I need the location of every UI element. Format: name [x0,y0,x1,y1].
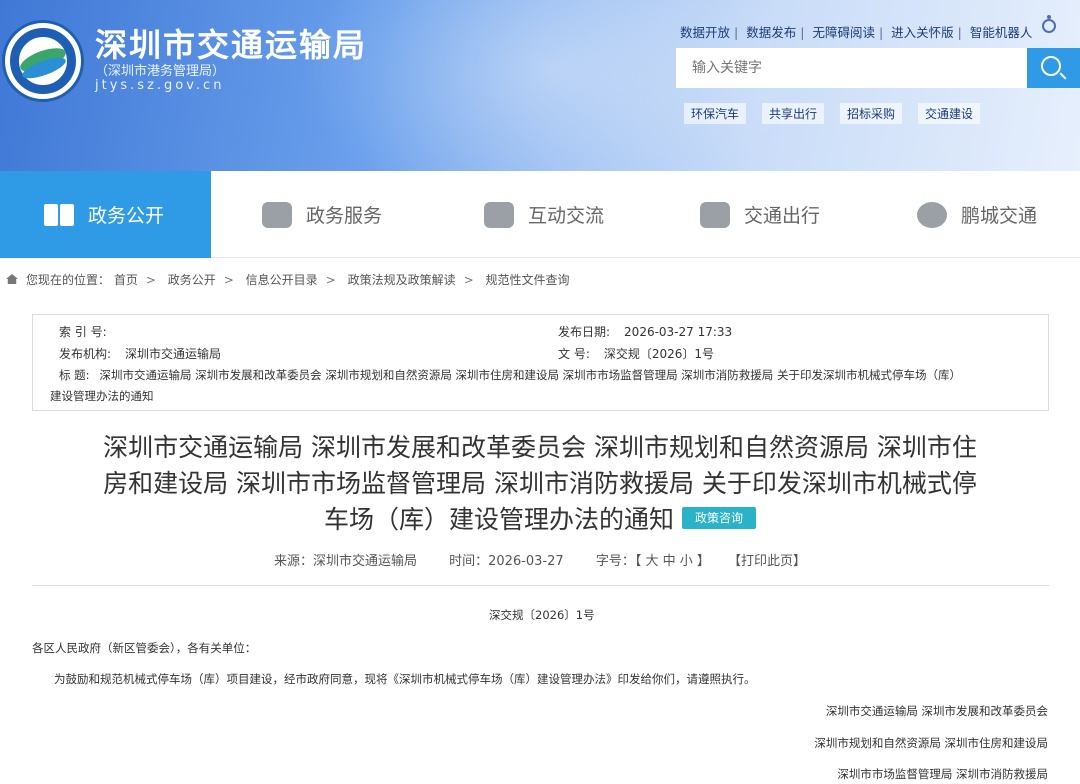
breadcrumb-normative[interactable]: 规范性文件查询 [485,273,569,287]
site-logo[interactable] [2,20,84,102]
meta-index-label: 索 引 号: [59,325,107,339]
meta-date-label: 发布日期: [558,325,611,339]
policy-consult-badge[interactable]: 政策咨询 [682,507,757,529]
title-line: 深圳市交通运输局 深圳市发展和改革委员会 深圳市规划和自然资源局 深圳市住 [103,433,977,462]
nav-label: 政务公开 [88,205,165,227]
nav-item-gov-affairs[interactable]: 政务公开 [0,171,211,258]
chat-icon [484,201,514,228]
search-icon [1041,56,1061,76]
breadcrumb-separator: > [463,273,474,287]
breadcrumb-home[interactable]: 首页 [114,273,138,287]
doc-source: 来源：深圳市交通运输局 [273,554,417,569]
robot-icon[interactable] [1042,15,1056,33]
nav-item-pengcheng[interactable]: 鹏城交通 [917,171,1037,258]
hot-word-shared-travel[interactable]: 共享出行 [762,103,825,124]
document-title: 深圳市交通运输局 深圳市发展和改革委员会 深圳市规划和自然资源局 深圳市住 房和… [70,430,1010,538]
divider [32,585,1049,586]
doc-time: 时间：2026-03-27 [449,554,564,569]
meta-docno: 文 号: 深交规〔2026〕1号 [558,345,714,362]
top-links: 数据开放 | 数据发布 | 无障碍阅读 | 进入关怀版 | 智能机器人 [680,22,1032,41]
top-link-care-mode[interactable]: 进入关怀版 [891,25,954,40]
breadcrumb-gov-affairs[interactable]: 政务公开 [168,273,216,287]
nav-label: 互动交流 [528,205,605,227]
signature-line: 深圳市市场监督管理局 深圳市消防救援局 [837,767,1048,781]
meta-org-label: 发布机构: [59,347,112,361]
meta-docno-label: 文 号: [558,347,590,361]
top-link-robot[interactable]: 智能机器人 [970,25,1033,40]
meta-title-value: 深圳市交通运输局 深圳市发展和改革委员会 深圳市规划和自然资源局 深圳市住房和建… [99,368,961,382]
breadcrumb-policy[interactable]: 政策法规及政策解读 [348,273,456,287]
home-icon [6,274,18,284]
breadcrumb-separator: > [223,273,234,287]
search-button[interactable] [1027,48,1080,88]
signature-line: 深圳市交通运输局 深圳市发展和改革委员会 [825,704,1048,718]
top-link-open-data[interactable]: 数据开放 [680,25,730,40]
separator: | [734,25,739,40]
breadcrumb-catalog[interactable]: 信息公开目录 [246,273,318,287]
site-subtitle: （深圳市港务管理局） [95,64,226,79]
salutation: 各区人民政府（新区管委会），各有关单位： [32,641,257,655]
meta-date-value: 2026-03-27 17:33 [624,325,733,339]
swirl-icon [917,201,947,228]
nav-label: 鹏城交通 [961,205,1038,227]
meta-org-value: 深圳市交通运输局 [125,347,222,361]
search-bar [676,48,1080,88]
print-link[interactable]: 【打印此页】 [728,554,806,569]
doc-number: 深交规〔2026〕1号 [489,608,595,622]
breadcrumb: 您现在的位置： 首页 > 政务公开 > 信息公开目录 > 政策法规及政策解读 > 规范性… [6,271,569,288]
breadcrumb-separator: > [325,273,336,287]
title-line-last: 车场（库）建设管理办法的通知 政策咨询 [70,502,1010,538]
document-meta: 索 引 号: 发布日期: 2026-03-27 17:33 发布机构: 深圳市交通运… [32,314,1049,411]
title-line-text: 车场（库）建设管理办法的通知 [323,505,674,534]
meta-title-label: 标 题: [59,368,90,382]
top-link-data-release[interactable]: 数据发布 [746,25,796,40]
meta-title-cont: 建设管理办法的通知 [50,389,154,403]
meta-title: 标 题: 深圳市交通运输局 深圳市发展和改革委员会 深圳市规划和自然资源局 深圳市… [59,367,961,383]
breadcrumb-separator: > [145,273,156,287]
hot-word-eco-car[interactable]: 环保汽车 [684,103,747,124]
hot-word-procurement[interactable]: 招标采购 [840,103,903,124]
book-icon [44,202,74,228]
search-input[interactable] [676,48,1028,88]
main-nav: 政务公开 政务服务 互动交流 交通出行 鹏城交通 [0,171,1080,258]
meta-org: 发布机构: 深圳市交通运输局 [59,345,221,362]
meta-index: 索 引 号: [59,323,121,340]
handshake-icon [262,201,292,228]
meta-date: 发布日期: 2026-03-27 17:33 [558,323,732,340]
hot-words: 环保汽车 共享出行 招标采购 交通建设 [684,103,981,124]
signature-line: 深圳市规划和自然资源局 深圳市住房和建设局 [814,736,1048,750]
hot-word-construction[interactable]: 交通建设 [918,103,981,124]
separator: | [878,25,884,40]
font-size-switch[interactable]: 字号：【 大 中 小 】 [596,554,710,569]
nav-item-gov-services[interactable]: 政务服务 [262,171,382,258]
map-person-icon [700,201,730,228]
search-icon-handle [1059,72,1067,80]
nav-label: 政务服务 [306,205,383,227]
meta-docno-value: 深交规〔2026〕1号 [603,347,715,361]
separator: | [957,25,962,40]
separator: | [800,25,805,40]
site-url: jtys.sz.gov.cn [95,78,225,93]
title-line: 房和建设局 深圳市市场监督管理局 深圳市消防救援局 关于印发深圳市机械式停 [103,469,977,498]
site-header: 深圳市交通运输局 （深圳市港务管理局） jtys.sz.gov.cn 数据开放 |… [0,0,1080,171]
breadcrumb-prefix: 您现在的位置： [26,273,111,287]
nav-item-interaction[interactable]: 互动交流 [484,171,604,258]
document-info: 来源：深圳市交通运输局 时间：2026-03-27 字号：【 大 中 小 】 【… [0,550,1080,569]
body-paragraph: 为鼓励和规范机械式停车场（库）项目建设，经市政府同意，现将《深圳市机械式停车场（… [54,672,756,686]
top-link-accessible[interactable]: 无障碍阅读 [812,25,875,40]
nav-label: 交通出行 [744,205,821,227]
nav-item-travel[interactable]: 交通出行 [700,171,820,258]
